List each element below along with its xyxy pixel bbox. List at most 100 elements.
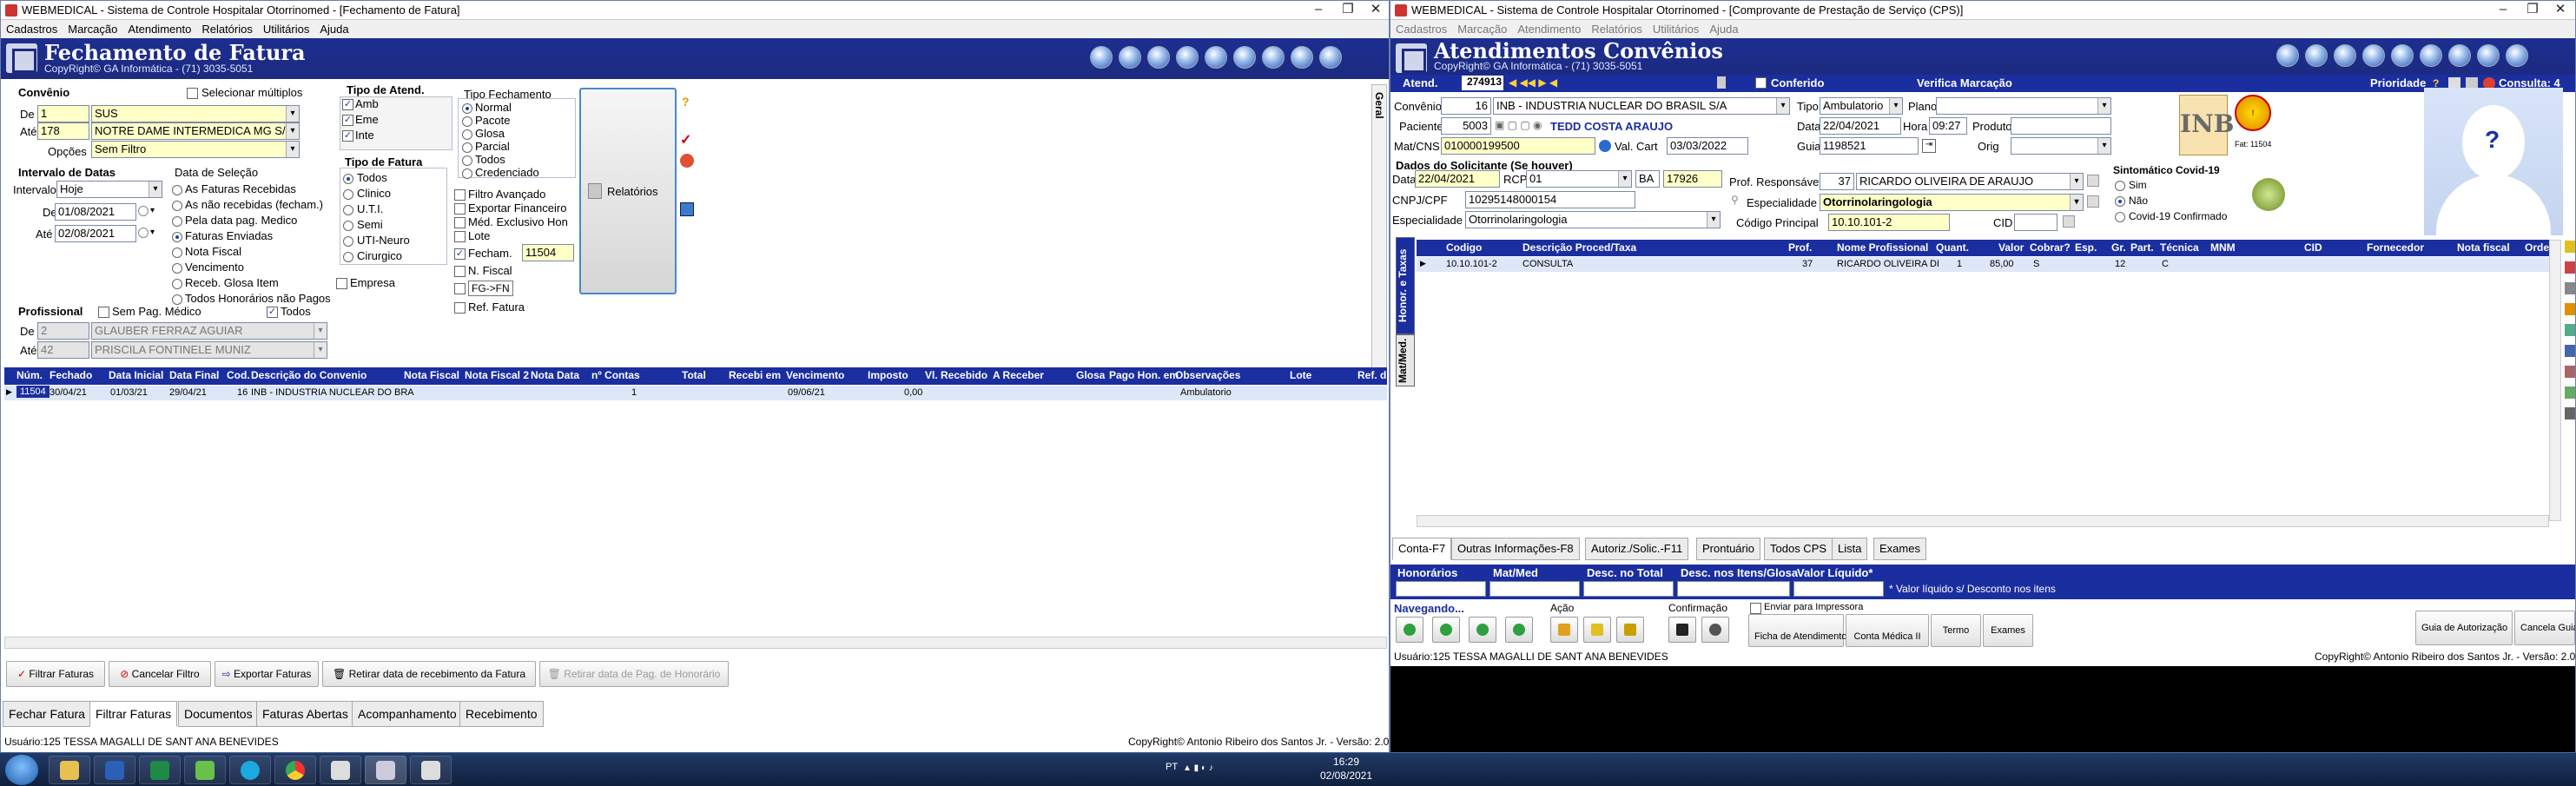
guia-autorizacao-button[interactable]: Guia de Autorização (2415, 611, 2513, 645)
menu-ajuda[interactable]: Ajuda (314, 20, 353, 38)
last-record-button[interactable] (1505, 617, 1533, 643)
mail-icon[interactable] (1291, 46, 1313, 69)
exit-icon[interactable] (1319, 46, 1342, 69)
convenio-de-select[interactable]: SUS (91, 105, 300, 122)
col-lote[interactable]: Lote (1290, 369, 1311, 381)
first-record-button[interactable] (1396, 617, 1423, 643)
fatura-uti-neuro-radio[interactable] (343, 236, 353, 247)
cancela-guia-button[interactable]: Cancela Guia (2514, 611, 2575, 645)
empresa-checkbox[interactable] (336, 278, 347, 289)
search-icon[interactable] (2087, 175, 2099, 187)
prof-todos-checkbox[interactable]: ✓ (267, 307, 278, 318)
fechamento-normal-radio[interactable] (462, 103, 472, 114)
selecao-enviadas-radio[interactable] (172, 232, 182, 242)
col-tecnica[interactable]: Técnica (2160, 241, 2199, 254)
col-fechado[interactable]: Fechado (50, 369, 92, 381)
tab-fechar-fatura[interactable]: Fechar Fatura (3, 701, 91, 727)
col-n-contas[interactable]: nº Contas (591, 369, 640, 381)
tab-filtrar-faturas[interactable]: Filtrar Faturas (89, 701, 178, 727)
grid-vertical-scrollbar[interactable] (2549, 240, 2561, 521)
prev-record-button[interactable] (1432, 617, 1460, 643)
fg-fn-button[interactable]: FG->FN (468, 281, 513, 296)
paciente-code[interactable]: 5003 (1441, 117, 1491, 135)
paciente-tools-icon[interactable]: ▣ ▢ ▢ ◉ (1495, 119, 1547, 133)
valcart-input[interactable]: 03/03/2022 (1667, 137, 1748, 155)
covid-sim-radio[interactable] (2115, 181, 2125, 191)
orig-select[interactable] (2011, 137, 2111, 155)
fechamento-credenciado-radio[interactable] (462, 168, 472, 179)
trash-icon[interactable] (1717, 76, 1726, 89)
print-preview-icon[interactable] (680, 154, 694, 168)
globe-icon[interactable] (1599, 140, 1611, 152)
taskbar-webmedical-2[interactable] (365, 756, 406, 784)
user-icon[interactable] (1119, 46, 1141, 69)
atend-number[interactable]: 274913 (1462, 76, 1503, 90)
col-cid[interactable]: CID (2304, 241, 2322, 254)
selecao-pag-medico-radio[interactable] (172, 216, 182, 227)
menu-atendimento[interactable]: Atendimento (122, 20, 196, 38)
tab-exames[interactable]: Exames (1873, 538, 1926, 560)
col-nota-fiscal[interactable]: Nota fiscal (2457, 241, 2510, 254)
cid-input[interactable] (2014, 214, 2057, 231)
edit-icon[interactable] (2565, 366, 2575, 378)
patient-photo[interactable]: ? (2424, 88, 2563, 235)
convenio-de-code[interactable]: 1 (37, 105, 89, 122)
menu-utilitarios[interactable]: Utilitários (258, 20, 314, 38)
help-icon[interactable]: ? (682, 95, 694, 109)
menu-utilitarios[interactable]: Utilitários (1648, 20, 1704, 38)
sun-icon[interactable] (2565, 241, 2575, 253)
filtro-avancado-checkbox[interactable] (454, 189, 466, 201)
col-descricao[interactable]: Descrição Proced/Taxa (1522, 241, 1636, 254)
prof-de-select[interactable]: GLAUBER FERRAZ AGUIAR (91, 322, 327, 340)
sem-pag-checkbox[interactable] (98, 307, 109, 318)
clock-date[interactable]: 02/08/2021 (1311, 769, 1381, 782)
col-num[interactable]: Núm. (17, 369, 43, 381)
search-icon[interactable] (2087, 195, 2099, 208)
clock-small-icon[interactable] (138, 228, 149, 238)
col-descricao[interactable]: Descrição do Convenio (251, 369, 367, 381)
convenio-ate-select[interactable]: NOTRE DAME INTERMEDICA MG S/ (91, 122, 300, 140)
search-icon[interactable] (2063, 215, 2075, 228)
selecao-vencimento-radio[interactable] (172, 263, 182, 274)
fechamento-glosa-radio[interactable] (462, 129, 472, 140)
table-row[interactable]: ▶ 10.10.101-2 CONSULTA 37 RICARDO OLIVEI… (1417, 257, 2561, 272)
menu-marcacao[interactable]: Marcação (63, 20, 122, 38)
data-ate-dropdown-icon[interactable]: ▾ (150, 228, 155, 237)
selecao-nao-recebidas-radio[interactable] (172, 201, 182, 211)
exames-button[interactable]: Exames (1983, 614, 2033, 647)
taskbar-notes[interactable] (184, 756, 226, 784)
tab-lista[interactable]: Lista (1832, 538, 1868, 560)
cnpj-input[interactable]: 10295148000154 (1465, 191, 1635, 208)
retirar-recebimento-button[interactable]: 🗑 Retirar data de recebimento da Fatura (322, 661, 536, 687)
edit-button[interactable] (1583, 617, 1611, 643)
selecionar-multiplos-checkbox[interactable] (187, 88, 198, 99)
col-vl-recebido[interactable]: Vl. Recebido (925, 369, 987, 381)
hora-input[interactable]: 09:27 (1929, 117, 1967, 135)
arrow-icon[interactable] (2276, 44, 2299, 67)
col-cobrar[interactable]: Cobrar? (2030, 241, 2071, 254)
enviar-impressora-checkbox[interactable] (1750, 603, 1761, 614)
taskbar-word[interactable] (94, 756, 135, 784)
maximize-button[interactable]: ❐ (2518, 1, 2547, 20)
prof-resp-code[interactable]: 37 (1820, 173, 1854, 190)
col-gr[interactable]: Gr. (2111, 241, 2126, 254)
tab-acompanhamento[interactable]: Acompanhamento (352, 701, 463, 727)
prof-de-code[interactable]: 2 (37, 322, 89, 340)
tab-documentos[interactable]: Documentos (178, 701, 259, 727)
selecao-recebidas-radio[interactable] (172, 185, 182, 195)
tab-todos-cps[interactable]: Todos CPS (1764, 538, 1833, 560)
fechamento-parcial-radio[interactable] (462, 142, 472, 153)
table-row[interactable]: ▶ 11504 30/04/21 01/03/21 29/04/21 16 IN… (4, 386, 1387, 400)
money-icon[interactable] (1262, 46, 1285, 69)
mail-icon[interactable] (2477, 44, 2500, 67)
prof-resp-select[interactable]: RICARDO OLIVEIRA DE ARAUJO (1856, 173, 2084, 190)
link-icon[interactable]: ⚲ (1731, 194, 1739, 206)
clock-icon[interactable] (2362, 44, 2385, 67)
fatura-todos-radio[interactable] (343, 174, 353, 184)
tipo-select[interactable]: Ambulatorio (1820, 97, 1903, 115)
tab-mat-med[interactable]: Mat/Med. (1396, 334, 1415, 386)
clock-icon[interactable] (1176, 46, 1199, 69)
help-icon[interactable] (2565, 303, 2575, 315)
col-fornecedor[interactable]: Fornecedor (2367, 241, 2424, 254)
data-ate-input[interactable]: 02/08/2021 (55, 225, 136, 242)
